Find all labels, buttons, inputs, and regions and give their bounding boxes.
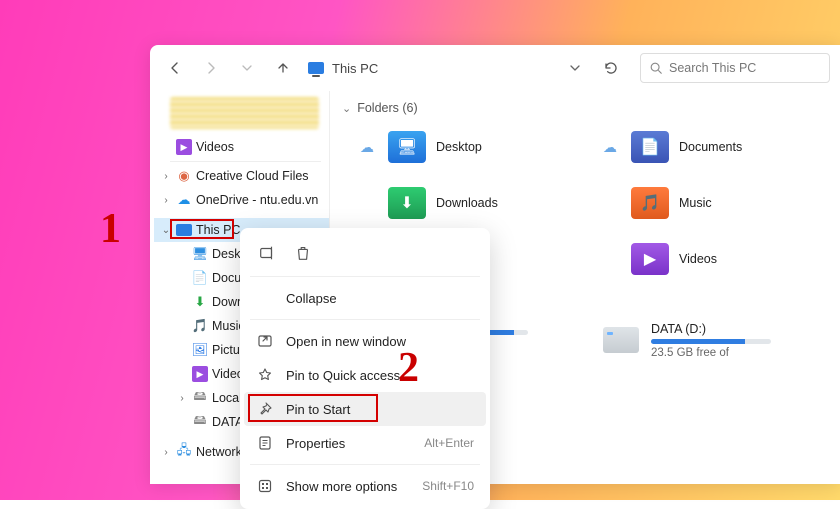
divider — [250, 319, 480, 320]
drive-free-text: 23.5 GB free of — [651, 347, 771, 359]
search-icon — [649, 61, 663, 75]
sidebar-item-videos[interactable]: ▶ Videos — [154, 135, 329, 159]
sidebar-label: Creative Cloud Files — [196, 169, 309, 183]
videos-icon: ▶ — [192, 366, 208, 382]
desktop-icon: 🖥 — [192, 246, 208, 262]
network-icon: 🖧 — [176, 444, 192, 460]
sidebar-label: This PC — [196, 223, 240, 237]
folders-section-header[interactable]: ⌄ Folders (6) — [342, 101, 840, 115]
context-top-actions — [244, 234, 486, 272]
sidebar-item-onedrive[interactable]: › ☁ OneDrive - ntu.edu.vn — [154, 188, 329, 212]
rename-icon[interactable] — [256, 242, 278, 264]
music-icon: 🎵 — [192, 318, 208, 334]
star-icon — [256, 367, 274, 383]
drive-d[interactable]: DATA (D:) 23.5 GB free of — [603, 313, 830, 367]
address-dropdown[interactable] — [560, 53, 590, 83]
capacity-bar — [651, 339, 771, 344]
context-label: Pin to Start — [286, 402, 350, 417]
context-properties[interactable]: Properties Alt+Enter — [244, 426, 486, 460]
forward-button[interactable] — [196, 53, 226, 83]
folder-label: Videos — [679, 252, 717, 266]
context-label: Pin to Quick access — [286, 368, 400, 383]
chevron-right-icon: › — [160, 195, 172, 206]
context-label: Properties — [286, 436, 345, 451]
sidebar-label: Network — [196, 445, 242, 459]
pictures-icon: 🖼 — [192, 342, 208, 358]
up-button[interactable] — [268, 53, 298, 83]
divider — [170, 161, 321, 162]
drive-icon: 🖴 — [192, 390, 208, 406]
delete-icon[interactable] — [292, 242, 314, 264]
folder-music[interactable]: ☁ 🎵 Music — [603, 181, 830, 225]
pc-icon — [308, 60, 324, 76]
folder-label: Desktop — [436, 140, 482, 154]
context-open-new-window[interactable]: Open in new window — [244, 324, 486, 358]
videos-folder-icon: ▶ — [631, 243, 669, 275]
context-pin-quick-access[interactable]: Pin to Quick access — [244, 358, 486, 392]
context-menu: Collapse Open in new window Pin to Quick… — [240, 228, 490, 509]
folder-videos[interactable]: ☁ ▶ Videos — [603, 237, 830, 281]
folder-label: Music — [679, 196, 712, 210]
onedrive-icon: ☁ — [176, 192, 192, 208]
chevron-down-icon: ⌄ — [342, 102, 351, 115]
chevron-right-icon: › — [176, 393, 188, 404]
chevron-down-icon: ⌄ — [160, 225, 172, 236]
documents-folder-icon: 📄 — [631, 131, 669, 163]
annotation-number-1: 1 — [100, 205, 121, 253]
recent-dropdown[interactable] — [232, 53, 262, 83]
chevron-right-icon: › — [160, 171, 172, 182]
folder-downloads[interactable]: ☁ ⬇ Downloads — [360, 181, 587, 225]
drive-icon: 🖴 — [192, 414, 208, 430]
pc-icon — [176, 222, 192, 238]
shortcut-text: Shift+F10 — [422, 479, 474, 493]
refresh-button[interactable] — [596, 53, 626, 83]
annotation-number-2: 2 — [398, 344, 419, 392]
address-text: This PC — [332, 61, 378, 76]
videos-icon: ▶ — [176, 139, 192, 155]
context-label: Collapse — [286, 291, 337, 306]
music-folder-icon: 🎵 — [631, 187, 669, 219]
sidebar-label: OneDrive - ntu.edu.vn — [196, 193, 318, 207]
downloads-folder-icon: ⬇ — [388, 187, 426, 219]
folder-label: Downloads — [436, 196, 498, 210]
blurred-pinned-area — [170, 97, 319, 129]
address-bar[interactable]: This PC — [308, 60, 378, 76]
creative-cloud-icon: ◉ — [176, 168, 192, 184]
folders-count: Folders (6) — [357, 101, 417, 115]
divider — [250, 464, 480, 465]
context-more-options[interactable]: Show more options Shift+F10 — [244, 469, 486, 503]
downloads-icon: ⬇ — [192, 294, 208, 310]
drive-label: DATA (D:) — [651, 322, 771, 336]
properties-icon — [256, 435, 274, 451]
folder-desktop[interactable]: ☁ 🖥 Desktop — [360, 125, 587, 169]
open-new-window-icon — [256, 333, 274, 349]
pin-icon — [256, 401, 274, 417]
sidebar-label: Videos — [196, 140, 234, 154]
divider — [250, 276, 480, 277]
folder-label: Documents — [679, 140, 742, 154]
drive-icon — [603, 327, 639, 353]
shortcut-text: Alt+Enter — [424, 436, 474, 450]
sidebar-item-creative-cloud[interactable]: › ◉ Creative Cloud Files — [154, 164, 329, 188]
documents-icon: 📄 — [192, 270, 208, 286]
context-collapse[interactable]: Collapse — [244, 281, 486, 315]
cloud-sync-icon: ☁ — [360, 139, 378, 156]
back-button[interactable] — [160, 53, 190, 83]
chevron-right-icon: › — [160, 447, 172, 458]
context-pin-to-start[interactable]: Pin to Start — [244, 392, 486, 426]
context-label: Open in new window — [286, 334, 406, 349]
more-icon — [256, 478, 274, 494]
toolbar: This PC Search This PC — [150, 45, 840, 91]
context-label: Show more options — [286, 479, 397, 494]
folder-documents[interactable]: ☁ 📄 Documents — [603, 125, 830, 169]
search-placeholder: Search This PC — [669, 61, 756, 75]
search-box[interactable]: Search This PC — [640, 53, 830, 83]
desktop-folder-icon: 🖥 — [388, 131, 426, 163]
cloud-sync-icon: ☁ — [603, 139, 621, 156]
